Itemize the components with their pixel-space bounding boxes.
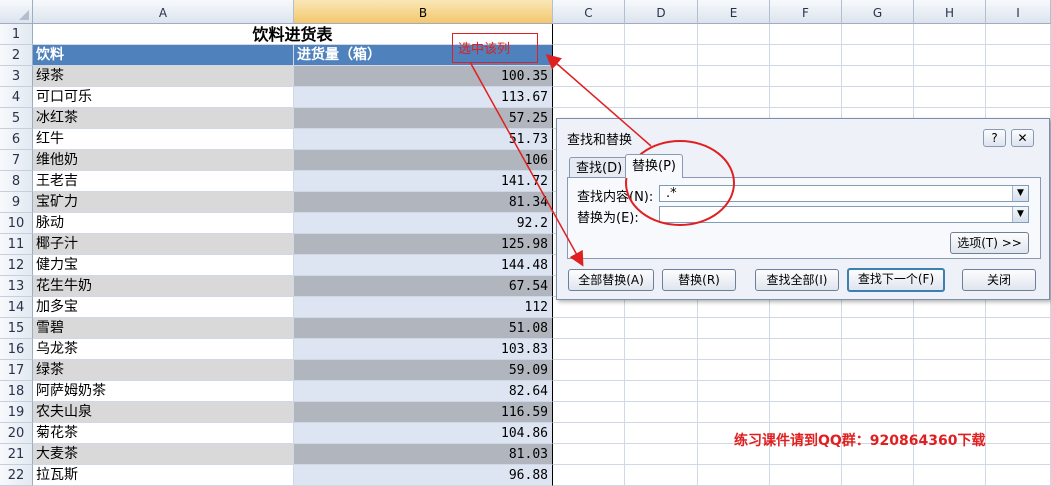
tab-replace[interactable]: 替换(P) — [625, 154, 683, 178]
footer-note: 练习课件请到QQ群：920864360下载 — [734, 433, 986, 449]
arrow-to-replace-all — [469, 61, 584, 267]
annotation-overlay — [469, 54, 735, 267]
arrow-to-column-b — [545, 54, 652, 147]
